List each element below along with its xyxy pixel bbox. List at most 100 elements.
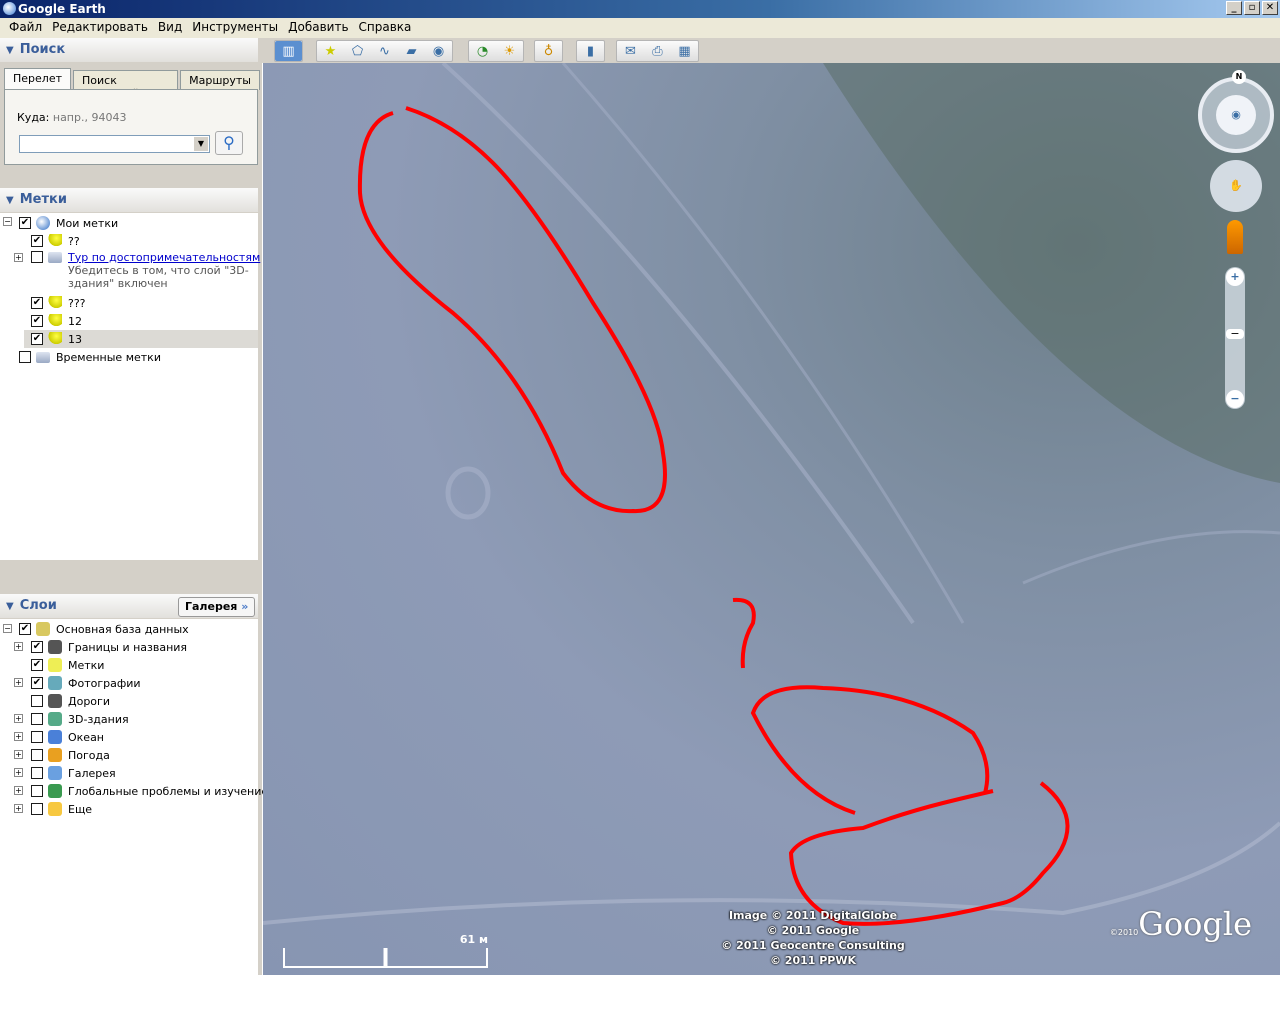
expand-toggle[interactable]: + [14,786,23,795]
street-view-pegman-icon[interactable] [1227,220,1243,254]
window-title: Google Earth [18,2,106,16]
pushpin-icon [48,234,62,248]
checkbox[interactable]: ✔ [19,623,31,635]
menu-add[interactable]: Добавить [283,20,353,38]
menu-file[interactable]: Файл [4,20,47,38]
expand-toggle[interactable]: + [14,750,23,759]
database-icon [36,622,50,636]
checkbox[interactable] [31,713,43,725]
compass-north[interactable]: N [1232,70,1246,84]
item-label: ?? [68,234,80,248]
checkbox[interactable]: ✔ [31,659,43,671]
layer-label: Галерея [68,766,116,780]
record-tour-button[interactable]: ◉ [425,41,452,61]
menu-tools[interactable]: Инструменты [187,20,283,38]
email-button[interactable]: ✉ [617,41,644,61]
layer-item[interactable]: Галерея [31,764,116,782]
section-title: Поиск [19,42,66,57]
list-item[interactable]: ✔??? [31,294,86,312]
ruler-button[interactable]: ▮ [577,41,604,61]
eye-icon: ◉ [1216,95,1256,135]
expand-toggle[interactable]: + [14,732,23,741]
placemarks-icon [48,658,62,672]
zoom-slider[interactable]: + − − [1225,267,1245,409]
layer-item[interactable]: Океан [31,728,104,746]
add-image-overlay-button[interactable]: ▰ [398,41,425,61]
menu-edit[interactable]: Редактировать [47,20,153,38]
historical-imagery-button[interactable]: ◔ [469,41,496,61]
dropdown-arrow-icon[interactable]: ▼ [194,137,208,151]
list-item[interactable]: Временные метки [19,348,161,366]
places-section-header[interactable]: ▼ Метки [0,188,258,212]
planets-button[interactable]: ♁ [535,41,562,61]
checkbox[interactable] [31,785,43,797]
layer-item[interactable]: ✔ Границы и названия [31,638,187,656]
minimize-button[interactable]: _ [1226,1,1242,15]
print-button[interactable]: ⎙ [644,41,671,61]
checkbox[interactable]: ✔ [19,217,31,229]
layer-label: Основная база данных [56,622,189,636]
checkbox[interactable] [31,803,43,815]
zoom-in-button[interactable]: + [1226,268,1244,286]
checkbox[interactable] [19,351,31,363]
fly-to-panel: Куда: напр., 94043 ▼ ⚲ [4,89,258,165]
sunlight-button[interactable]: ☀ [496,41,523,61]
checkbox[interactable] [31,731,43,743]
layer-item[interactable]: 3D-здания [31,710,129,728]
expand-toggle[interactable]: + [14,768,23,777]
checkbox[interactable] [31,749,43,761]
expand-toggle[interactable]: + [14,678,23,687]
maximize-button[interactable]: ▫ [1244,1,1260,15]
layer-label: Границы и названия [68,640,188,654]
checkbox[interactable]: ✔ [31,333,43,345]
close-button[interactable]: ✕ [1262,1,1278,15]
look-joystick[interactable]: ◉ [1198,77,1274,153]
search-section-header[interactable]: ▼ Поиск [0,38,258,62]
menu-view[interactable]: Вид [153,20,187,38]
tab-directions[interactable]: Маршруты [180,70,260,90]
layer-item[interactable]: Глобальные проблемы и изучение ... [31,782,282,800]
expand-toggle[interactable]: + [14,642,23,651]
checkbox[interactable]: ✔ [31,235,43,247]
tour-link[interactable]: Тур по достопримечательностям [68,251,260,264]
expand-toggle[interactable]: + [14,253,23,262]
item-description: Убедитесь в том, что слой "3D-здания" вк… [68,264,249,290]
zoom-out-button[interactable]: − [1226,390,1244,408]
layer-item[interactable]: Еще [31,800,92,818]
map-view[interactable]: ◉ N ✋ + − − Image © 2011 DigitalGlobe © 2… [263,63,1280,975]
view-in-maps-button[interactable]: ▦ [671,41,698,61]
checkbox[interactable] [31,695,43,707]
layer-item[interactable]: ✔ Метки [31,656,104,674]
layer-item[interactable]: Дороги [31,692,110,710]
list-item[interactable]: ✔ 12 [31,312,82,330]
sidebar-toggle-button[interactable]: ▥ [275,41,302,61]
add-polygon-button[interactable]: ⬠ [344,41,371,61]
collapse-icon: ▼ [6,195,14,206]
gallery-button[interactable]: Галерея » [178,597,255,617]
checkbox[interactable]: ✔ [31,315,43,327]
list-item[interactable]: ✔ Мои метки [19,214,118,232]
checkbox[interactable] [31,767,43,779]
add-placemark-button[interactable]: ★ [317,41,344,61]
move-joystick[interactable]: ✋ [1210,160,1262,212]
checkbox[interactable]: ✔ [31,297,43,309]
tab-fly-to[interactable]: Перелет [4,68,71,90]
expand-toggle[interactable]: + [14,804,23,813]
layer-item[interactable]: ✔ Основная база данных [19,620,189,638]
checkbox[interactable]: ✔ [31,677,43,689]
fly-to-input[interactable]: ▼ [19,135,210,153]
checkbox[interactable]: ✔ [31,641,43,653]
layer-item[interactable]: ✔ Фотографии [31,674,141,692]
collapse-toggle[interactable]: − [3,217,12,226]
add-path-button[interactable]: ∿ [371,41,398,61]
collapse-toggle[interactable]: − [3,624,12,633]
search-button[interactable]: ⚲ [215,131,243,155]
zoom-slider-handle[interactable]: − [1226,328,1244,339]
list-item-selected[interactable]: ✔ 13 [24,330,258,348]
layer-item[interactable]: Погода [31,746,110,764]
checkbox[interactable] [31,251,43,263]
tab-business-search[interactable]: Поиск компаний [73,70,179,100]
layer-label: Океан [68,730,105,744]
expand-toggle[interactable]: + [14,714,23,723]
menu-help[interactable]: Справка [354,20,417,38]
